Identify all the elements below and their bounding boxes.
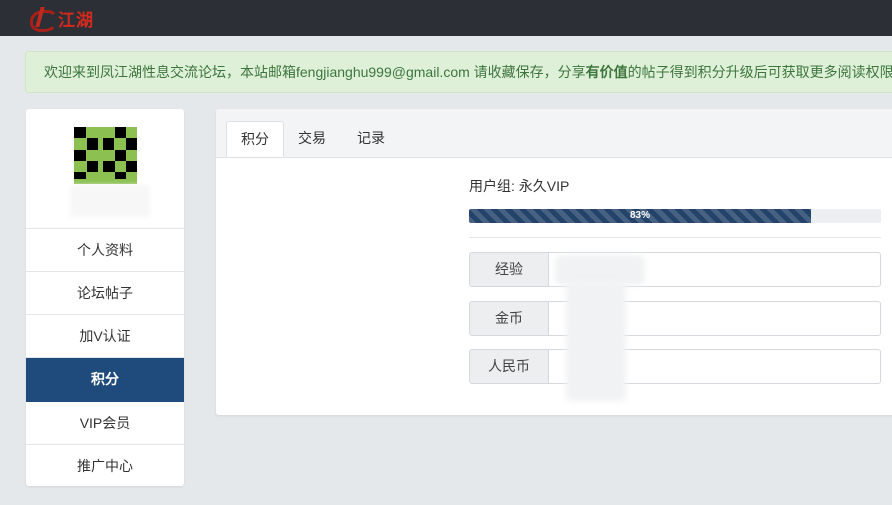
logo-text: 江湖 — [58, 10, 94, 31]
notice-text-bold: 有价值 — [585, 64, 628, 80]
notice-text-before: 欢迎来到凤江湖性息交流论坛，本站邮箱fengjianghu999@gmail.c… — [44, 64, 586, 80]
redaction-blur — [566, 281, 626, 401]
rmb-label: 人民币 — [469, 349, 549, 384]
site-logo[interactable]: 江湖 — [30, 6, 94, 32]
top-navbar: 江湖 — [0, 0, 892, 36]
coins-label: 金币 — [469, 301, 549, 336]
logo-mark-icon — [30, 7, 60, 32]
sidebar-item-profile[interactable]: 个人资料 — [26, 229, 184, 272]
experience-label: 经验 — [469, 252, 549, 287]
divider — [469, 237, 881, 238]
experience-field: 经验 — [469, 252, 881, 287]
sidebar-item-verify[interactable]: 加V认证 — [26, 315, 184, 358]
points-panel: 积分 交易 记录 用户组: 永久VIP 83% 经验 金币 人民币 — [216, 109, 892, 415]
sidebar-item-posts[interactable]: 论坛帖子 — [26, 272, 184, 315]
tab-trade[interactable]: 交易 — [284, 121, 340, 157]
tab-bar: 积分 交易 记录 — [216, 109, 892, 158]
profile-card — [26, 109, 184, 229]
tab-points[interactable]: 积分 — [226, 121, 284, 157]
sidebar-item-promotion[interactable]: 推广中心 — [26, 445, 184, 486]
level-progress-bar: 83% — [469, 209, 881, 223]
coins-field: 金币 — [469, 301, 881, 336]
rmb-field: 人民币 — [469, 349, 881, 384]
sidebar-item-vip[interactable]: VIP会员 — [26, 402, 184, 445]
avatar[interactable] — [74, 127, 137, 184]
notice-text-after: 的帖子得到积分升级后可获取更多阅读权限 — [627, 64, 892, 80]
user-sidebar: 个人资料 论坛帖子 加V认证 积分 VIP会员 推广中心 — [26, 109, 184, 486]
tab-records[interactable]: 记录 — [343, 121, 399, 157]
progress-fill: 83% — [469, 209, 811, 223]
username-redacted — [70, 185, 150, 217]
sidebar-item-points[interactable]: 积分 — [26, 358, 184, 402]
user-group-label: 用户组: 永久VIP — [469, 178, 570, 194]
welcome-notice: 欢迎来到凤江湖性息交流论坛，本站邮箱fengjianghu999@gmail.c… — [25, 51, 892, 93]
